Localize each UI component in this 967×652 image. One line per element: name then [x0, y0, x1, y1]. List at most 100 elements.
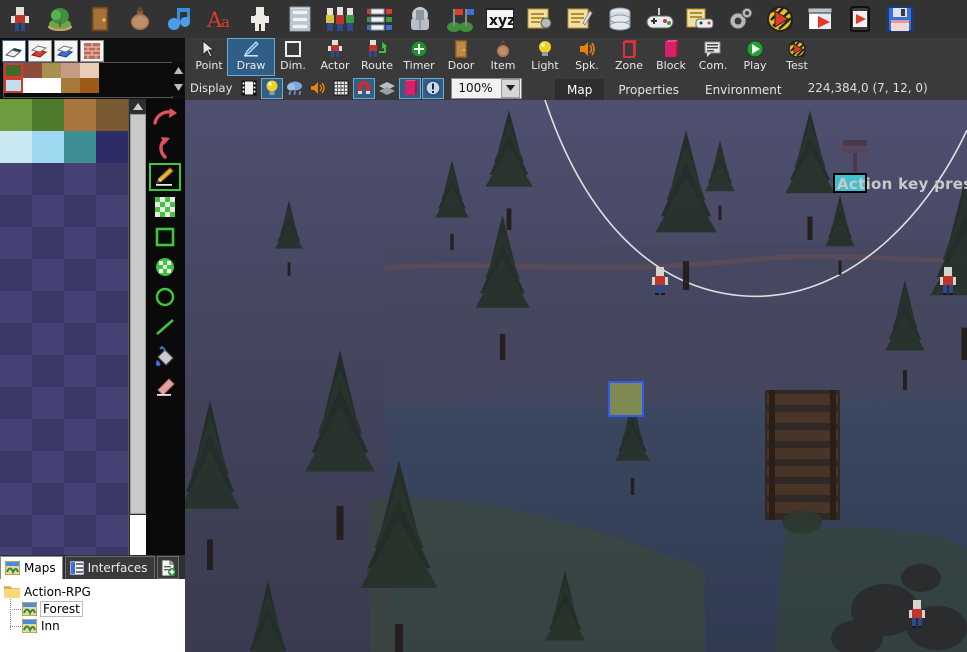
tileset-tile[interactable]	[64, 483, 96, 515]
font-icon[interactable]: Aa	[200, 1, 240, 37]
tileset-tile[interactable]	[0, 355, 32, 387]
tileset-tile[interactable]	[96, 419, 128, 451]
swatch[interactable]	[23, 63, 42, 78]
tileset-tile[interactable]	[32, 355, 64, 387]
swatch[interactable]	[23, 78, 42, 93]
new-resource-icon[interactable]	[156, 556, 179, 579]
loot-bag-icon[interactable]	[120, 1, 160, 37]
scroll-up-icon[interactable]	[129, 99, 147, 113]
script-edit-icon[interactable]	[560, 1, 600, 37]
swatch[interactable]	[61, 78, 80, 93]
tileset-tile[interactable]	[96, 323, 128, 355]
mode-test[interactable]: Test	[773, 38, 821, 76]
tileset-tile[interactable]	[96, 259, 128, 291]
mode-light[interactable]: Light	[521, 38, 569, 76]
database-icon[interactable]	[600, 1, 640, 37]
layer-tab-high[interactable]	[54, 40, 78, 62]
tab-environment[interactable]: Environment	[692, 79, 794, 100]
swatch[interactable]	[42, 63, 61, 78]
tileset-tile[interactable]	[96, 515, 128, 547]
tileset-tile[interactable]	[64, 99, 96, 131]
mode-dim[interactable]: Dim.	[269, 38, 317, 76]
tileset-grid[interactable]	[0, 99, 128, 593]
tileset-tile[interactable]	[96, 99, 128, 131]
tileset-tile[interactable]	[0, 483, 32, 515]
script-pad-icon[interactable]	[680, 1, 720, 37]
resource-tab-maps[interactable]: Maps	[0, 556, 63, 579]
layer-tab-wall[interactable]	[80, 40, 104, 62]
tileset-tile[interactable]	[0, 99, 32, 131]
line-icon[interactable]	[149, 313, 181, 341]
party-icon[interactable]	[320, 1, 360, 37]
mode-timer[interactable]: Timer	[395, 38, 443, 76]
tree-map-item[interactable]: Inn	[22, 617, 60, 634]
gamepad-icon[interactable]	[640, 1, 680, 37]
layer-tab-low[interactable]	[2, 40, 26, 62]
tileset-tile[interactable]	[64, 227, 96, 259]
tileset-tile[interactable]	[32, 515, 64, 547]
fill-icon[interactable]	[149, 343, 181, 371]
circle-icon[interactable]	[149, 283, 181, 311]
swatch[interactable]	[80, 78, 99, 93]
filled-circle-icon[interactable]	[149, 253, 181, 281]
tileset-tile[interactable]	[64, 515, 96, 547]
tileset-tile[interactable]	[0, 259, 32, 291]
tileset-tile[interactable]	[0, 419, 32, 451]
tile-cursor[interactable]	[608, 381, 644, 417]
grid-icon[interactable]	[330, 78, 352, 99]
tileset-tile[interactable]	[0, 515, 32, 547]
tileset-tile[interactable]	[96, 451, 128, 483]
tree-folder[interactable]: Action-RPG	[4, 583, 91, 600]
list-icon[interactable]	[360, 1, 400, 37]
tree-map-item[interactable]: Forest	[22, 600, 83, 617]
tileset-tile[interactable]	[32, 131, 64, 163]
mode-spk[interactable]: Spk.	[563, 38, 611, 76]
tileset-tile[interactable]	[0, 291, 32, 323]
music-icon[interactable]	[160, 1, 200, 37]
run-mobile-icon[interactable]	[840, 1, 880, 37]
run-window-icon[interactable]	[800, 1, 840, 37]
tileset-tile[interactable]	[96, 195, 128, 227]
tileset-tile[interactable]	[32, 323, 64, 355]
npc-actor[interactable]	[939, 267, 956, 295]
tab-map[interactable]: Map	[555, 79, 605, 100]
swatch[interactable]	[4, 78, 23, 93]
scrollbar-thumb[interactable]	[130, 114, 146, 514]
mode-route[interactable]: Route	[353, 38, 401, 76]
tileset-tile[interactable]	[32, 483, 64, 515]
cabinet-icon[interactable]	[280, 1, 320, 37]
tileset-tile[interactable]	[32, 387, 64, 419]
resource-tree[interactable]: Action-RPG Forest Inn	[0, 579, 185, 652]
armor-icon[interactable]	[400, 1, 440, 37]
mode-door[interactable]: Door	[437, 38, 485, 76]
tileset-tile[interactable]	[64, 131, 96, 163]
chevron-down-icon[interactable]	[501, 78, 521, 98]
film-icon[interactable]	[238, 78, 260, 99]
pencil-icon[interactable]	[149, 163, 181, 191]
magnet-icon[interactable]	[353, 77, 376, 99]
flags-icon[interactable]	[440, 1, 480, 37]
tileset-tile[interactable]	[64, 323, 96, 355]
weather-icon[interactable]	[284, 78, 306, 99]
pattern-icon[interactable]	[149, 193, 181, 221]
map-canvas[interactable]: Action key pressed b	[185, 100, 967, 652]
swatch[interactable]	[80, 63, 99, 78]
undo-icon[interactable]	[149, 133, 181, 161]
mode-item[interactable]: Item	[479, 38, 527, 76]
door-icon[interactable]	[80, 1, 120, 37]
npc-actor[interactable]	[651, 267, 668, 295]
tileset-tile[interactable]	[32, 419, 64, 451]
skeleton-icon[interactable]	[240, 1, 280, 37]
tab-properties[interactable]: Properties	[606, 79, 691, 100]
script-gear-icon[interactable]	[520, 1, 560, 37]
layer-tab-mid[interactable]	[28, 40, 52, 62]
tileset-tile[interactable]	[96, 163, 128, 195]
tileset-tile[interactable]	[0, 195, 32, 227]
swatch[interactable]	[42, 78, 61, 93]
tileset-tile[interactable]	[32, 227, 64, 259]
xyz-icon[interactable]: xyz	[480, 1, 520, 37]
lightbulb-icon[interactable]	[261, 77, 284, 99]
book-icon[interactable]	[399, 77, 422, 99]
layers-icon[interactable]	[376, 78, 398, 99]
tileset-tile[interactable]	[96, 387, 128, 419]
